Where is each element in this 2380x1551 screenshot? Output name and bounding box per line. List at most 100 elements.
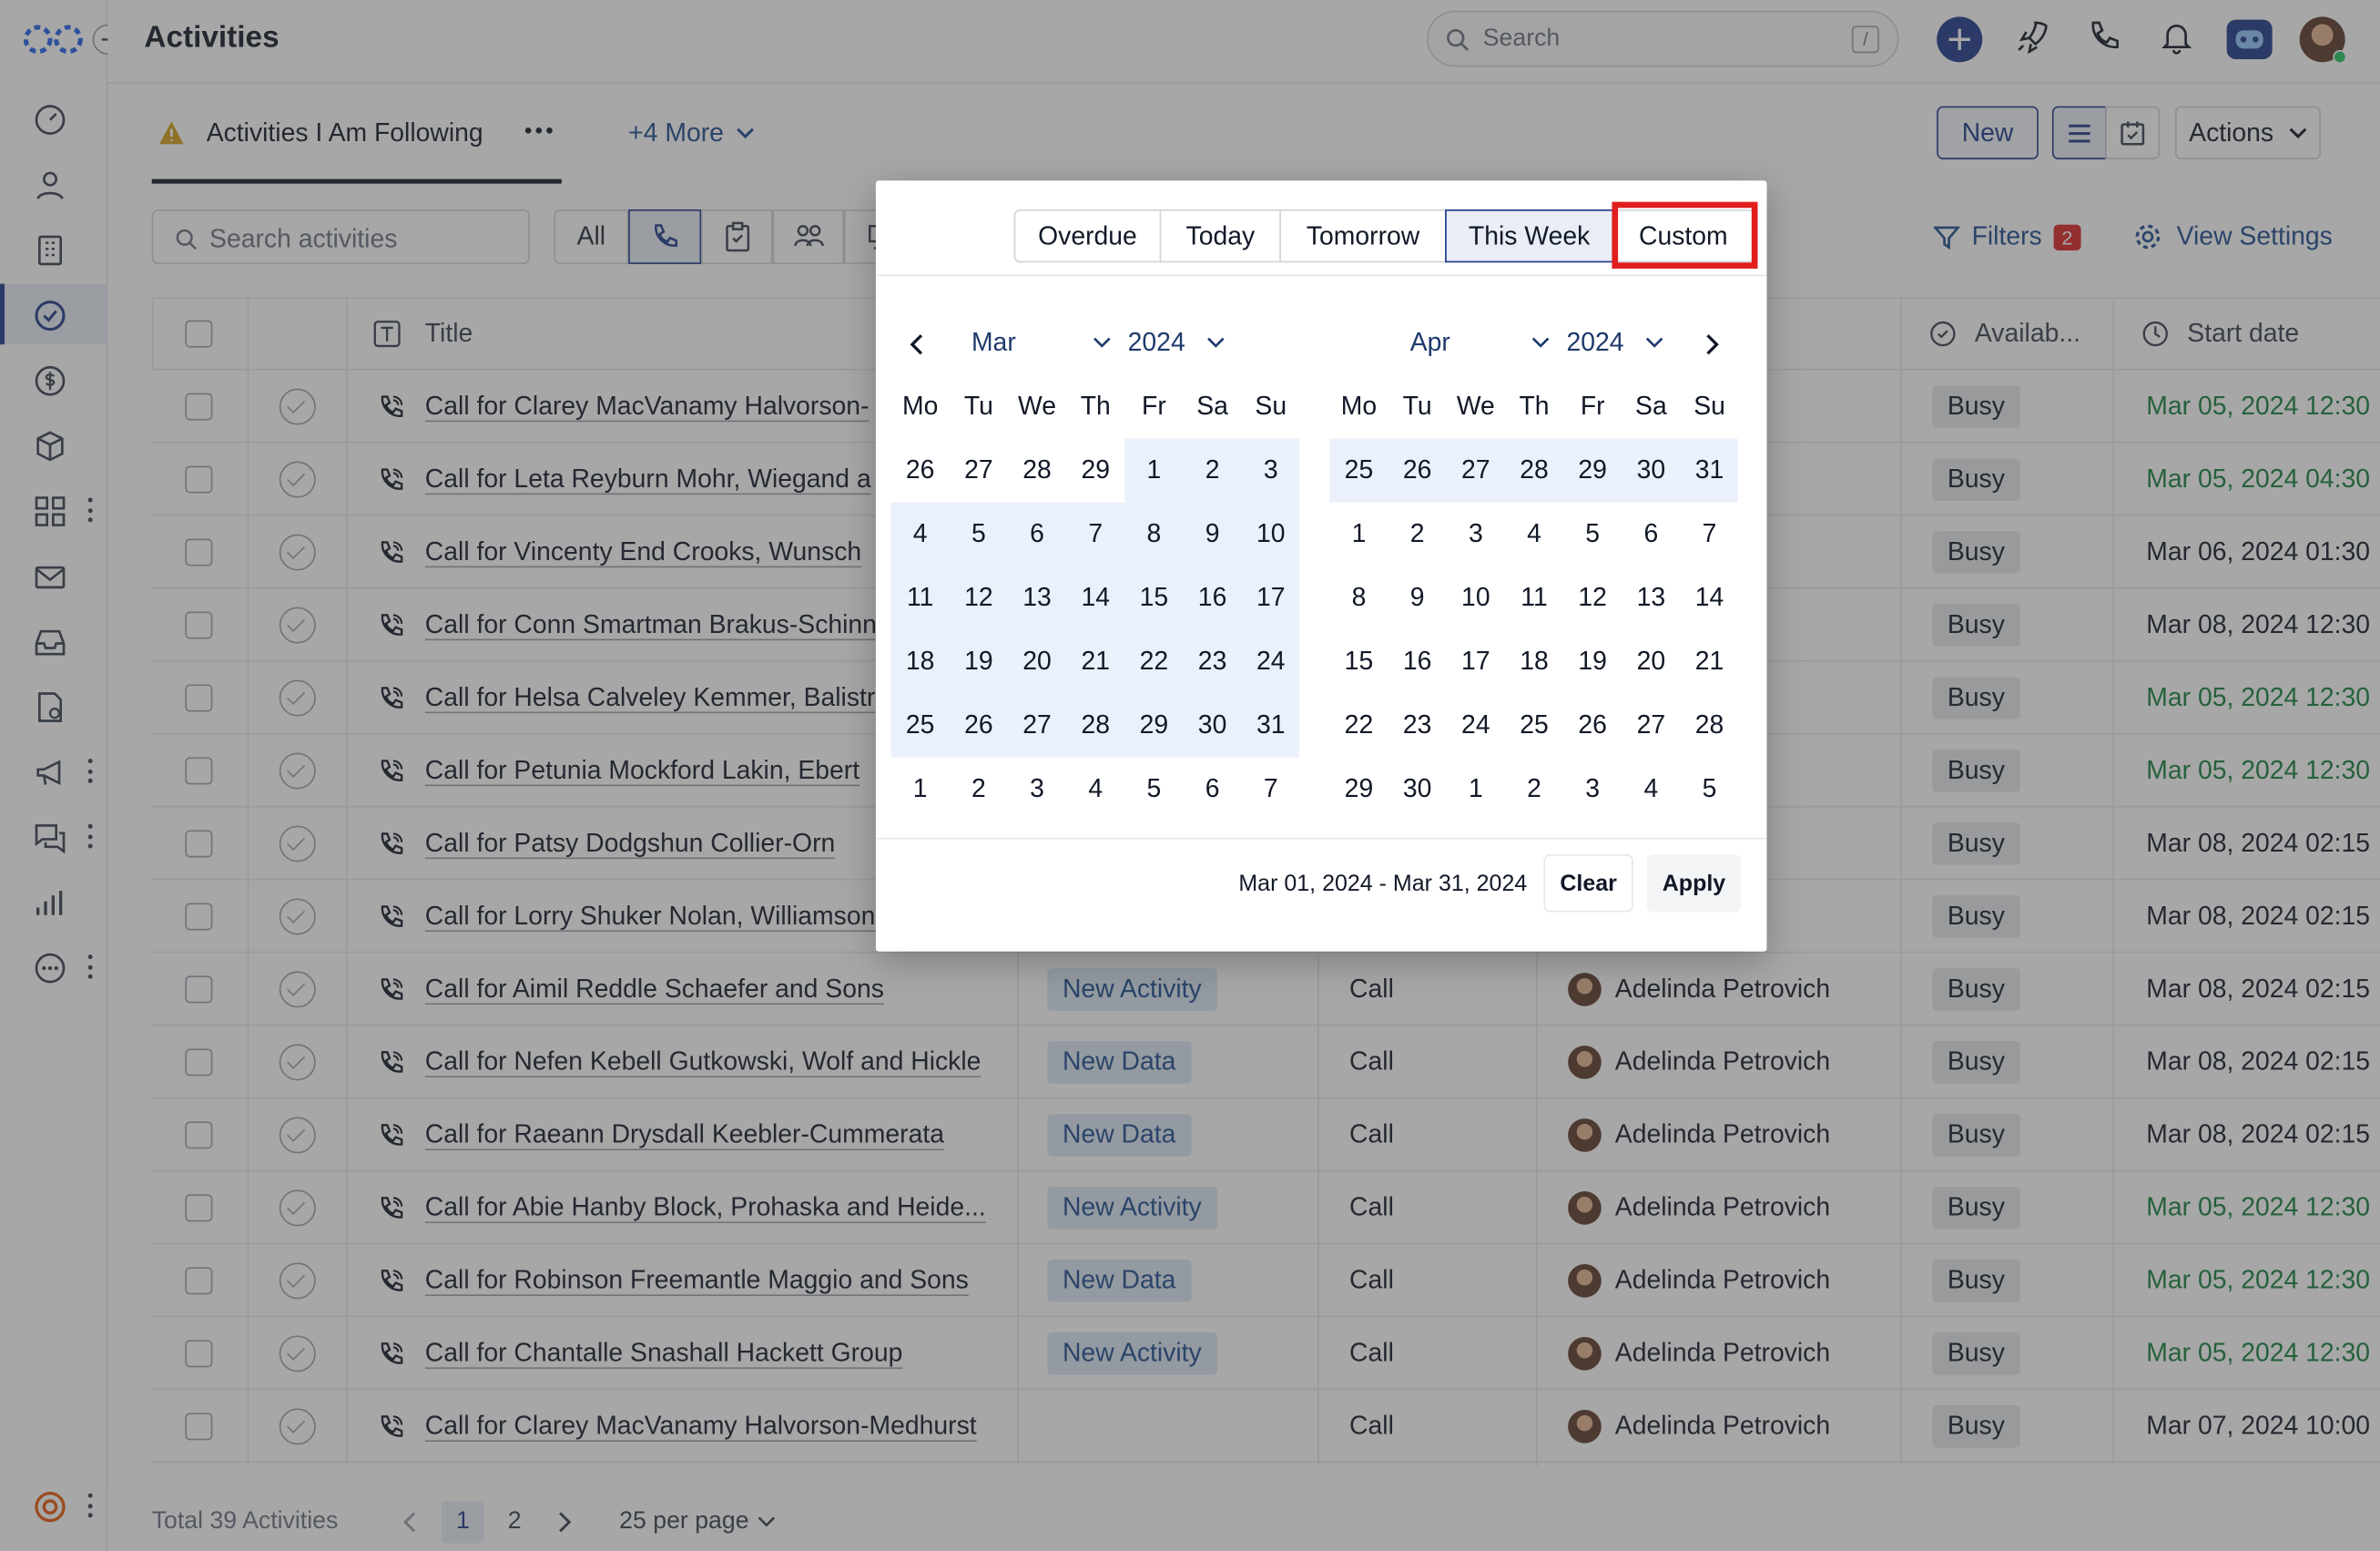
calendar-day[interactable]: 16: [1184, 566, 1242, 630]
right-year-select[interactable]: 2024: [1566, 328, 1663, 358]
apply-button[interactable]: Apply: [1646, 854, 1742, 913]
calendar-day[interactable]: 13: [1622, 566, 1680, 630]
calendar-day[interactable]: 28: [1505, 439, 1563, 503]
calendar-day[interactable]: 2: [1184, 439, 1242, 503]
day-of-week-label: Mo: [1340, 391, 1378, 421]
calendar-day[interactable]: 21: [1680, 630, 1738, 694]
calendar-day[interactable]: 4: [1622, 757, 1680, 821]
calendar-day[interactable]: 4: [891, 503, 950, 566]
next-month-icon[interactable]: [1703, 332, 1721, 357]
calendar-day[interactable]: 29: [1563, 439, 1622, 503]
quick-tomorrow-button[interactable]: Tomorrow: [1279, 209, 1447, 263]
calendar-day[interactable]: 7: [1066, 503, 1124, 566]
calendar-day[interactable]: 5: [1680, 757, 1738, 821]
calendar-day[interactable]: 30: [1184, 693, 1242, 757]
calendar-day[interactable]: 6: [1184, 757, 1242, 821]
calendar-day[interactable]: 27: [1622, 693, 1680, 757]
calendar-day[interactable]: 23: [1184, 630, 1242, 694]
calendar-day[interactable]: 24: [1242, 630, 1300, 694]
calendar-day[interactable]: 1: [1329, 503, 1388, 566]
prev-month-icon[interactable]: [908, 332, 926, 357]
calendar-day[interactable]: 1: [891, 757, 950, 821]
calendar-day[interactable]: 2: [1505, 757, 1563, 821]
left-year-select[interactable]: 2024: [1128, 328, 1226, 358]
quick-overdue-button[interactable]: Overdue: [1013, 209, 1162, 263]
calendar-day[interactable]: 1: [1447, 757, 1505, 821]
calendar-day[interactable]: 12: [950, 566, 1008, 630]
calendar-day[interactable]: 25: [1505, 693, 1563, 757]
calendar-day[interactable]: 10: [1242, 503, 1300, 566]
calendar-day[interactable]: 6: [1622, 503, 1680, 566]
calendar-day[interactable]: 13: [1008, 566, 1066, 630]
calendar-day[interactable]: 29: [1066, 439, 1124, 503]
calendar-day[interactable]: 27: [950, 439, 1008, 503]
calendar-day[interactable]: 3: [1008, 757, 1066, 821]
calendar-day[interactable]: 3: [1447, 503, 1505, 566]
calendar-day[interactable]: 31: [1242, 693, 1300, 757]
calendar-day[interactable]: 5: [1563, 503, 1622, 566]
calendar-day[interactable]: 25: [1329, 439, 1388, 503]
calendar-day[interactable]: 15: [1124, 566, 1183, 630]
calendar-day[interactable]: 26: [1388, 439, 1447, 503]
calendar-day[interactable]: 28: [1066, 693, 1124, 757]
calendar-day[interactable]: 3: [1563, 757, 1622, 821]
calendar-day[interactable]: 1: [1124, 439, 1183, 503]
calendar-day[interactable]: 11: [891, 566, 950, 630]
calendar-day[interactable]: 15: [1329, 630, 1388, 694]
calendar-day[interactable]: 5: [1124, 757, 1183, 821]
calendar-day[interactable]: 29: [1124, 693, 1183, 757]
calendar-day[interactable]: 20: [1622, 630, 1680, 694]
calendar-day[interactable]: 26: [950, 693, 1008, 757]
calendar-day[interactable]: 31: [1680, 439, 1738, 503]
calendar-day[interactable]: 27: [1008, 693, 1066, 757]
calendar-day[interactable]: 28: [1008, 439, 1066, 503]
calendar-day[interactable]: 18: [1505, 630, 1563, 694]
calendar-day[interactable]: 30: [1388, 757, 1447, 821]
calendar-day[interactable]: 3: [1242, 439, 1300, 503]
calendar-day[interactable]: 30: [1622, 439, 1680, 503]
calendar-day[interactable]: 9: [1184, 503, 1242, 566]
calendar-day[interactable]: 19: [1563, 630, 1622, 694]
calendar-day[interactable]: 24: [1447, 693, 1505, 757]
calendar-day[interactable]: 25: [891, 693, 950, 757]
calendar-day[interactable]: 8: [1124, 503, 1183, 566]
calendar-day[interactable]: 27: [1447, 439, 1505, 503]
calendar-day[interactable]: 10: [1447, 566, 1505, 630]
calendar-day[interactable]: 12: [1563, 566, 1622, 630]
calendar-day[interactable]: 18: [891, 630, 950, 694]
calendar-day[interactable]: 7: [1242, 757, 1300, 821]
chevron-down-icon: [1645, 337, 1663, 348]
calendar-day[interactable]: 22: [1124, 630, 1183, 694]
calendar-day[interactable]: 2: [1388, 503, 1447, 566]
day-of-week-label: We: [1456, 391, 1495, 421]
calendar-day[interactable]: 7: [1680, 503, 1738, 566]
calendar-day[interactable]: 28: [1680, 693, 1738, 757]
calendar-day[interactable]: 11: [1505, 566, 1563, 630]
calendar-day[interactable]: 29: [1329, 757, 1388, 821]
calendar-day[interactable]: 4: [1066, 757, 1124, 821]
calendar-day[interactable]: 17: [1447, 630, 1505, 694]
calendar-day[interactable]: 16: [1388, 630, 1447, 694]
quick-today-button[interactable]: Today: [1159, 209, 1282, 263]
calendar-day[interactable]: 20: [1008, 630, 1066, 694]
calendar-day[interactable]: 8: [1329, 566, 1388, 630]
calendar-day[interactable]: 2: [950, 757, 1008, 821]
calendar-day[interactable]: 23: [1388, 693, 1447, 757]
calendar-day[interactable]: 19: [950, 630, 1008, 694]
calendar-day[interactable]: 21: [1066, 630, 1124, 694]
calendar-day[interactable]: 17: [1242, 566, 1300, 630]
calendar-day[interactable]: 4: [1505, 503, 1563, 566]
calendar-day[interactable]: 26: [1563, 693, 1622, 757]
day-of-week-label: Th: [1519, 391, 1550, 421]
right-month-select[interactable]: Apr: [1410, 328, 1550, 358]
quick-this-week-button[interactable]: This Week: [1445, 209, 1614, 263]
calendar-day[interactable]: 26: [891, 439, 950, 503]
clear-button[interactable]: Clear: [1543, 854, 1633, 913]
calendar-day[interactable]: 5: [950, 503, 1008, 566]
calendar-day[interactable]: 22: [1329, 693, 1388, 757]
calendar-day[interactable]: 6: [1008, 503, 1066, 566]
left-month-select[interactable]: Mar: [971, 328, 1111, 358]
calendar-day[interactable]: 9: [1388, 566, 1447, 630]
calendar-day[interactable]: 14: [1680, 566, 1738, 630]
calendar-day[interactable]: 14: [1066, 566, 1124, 630]
